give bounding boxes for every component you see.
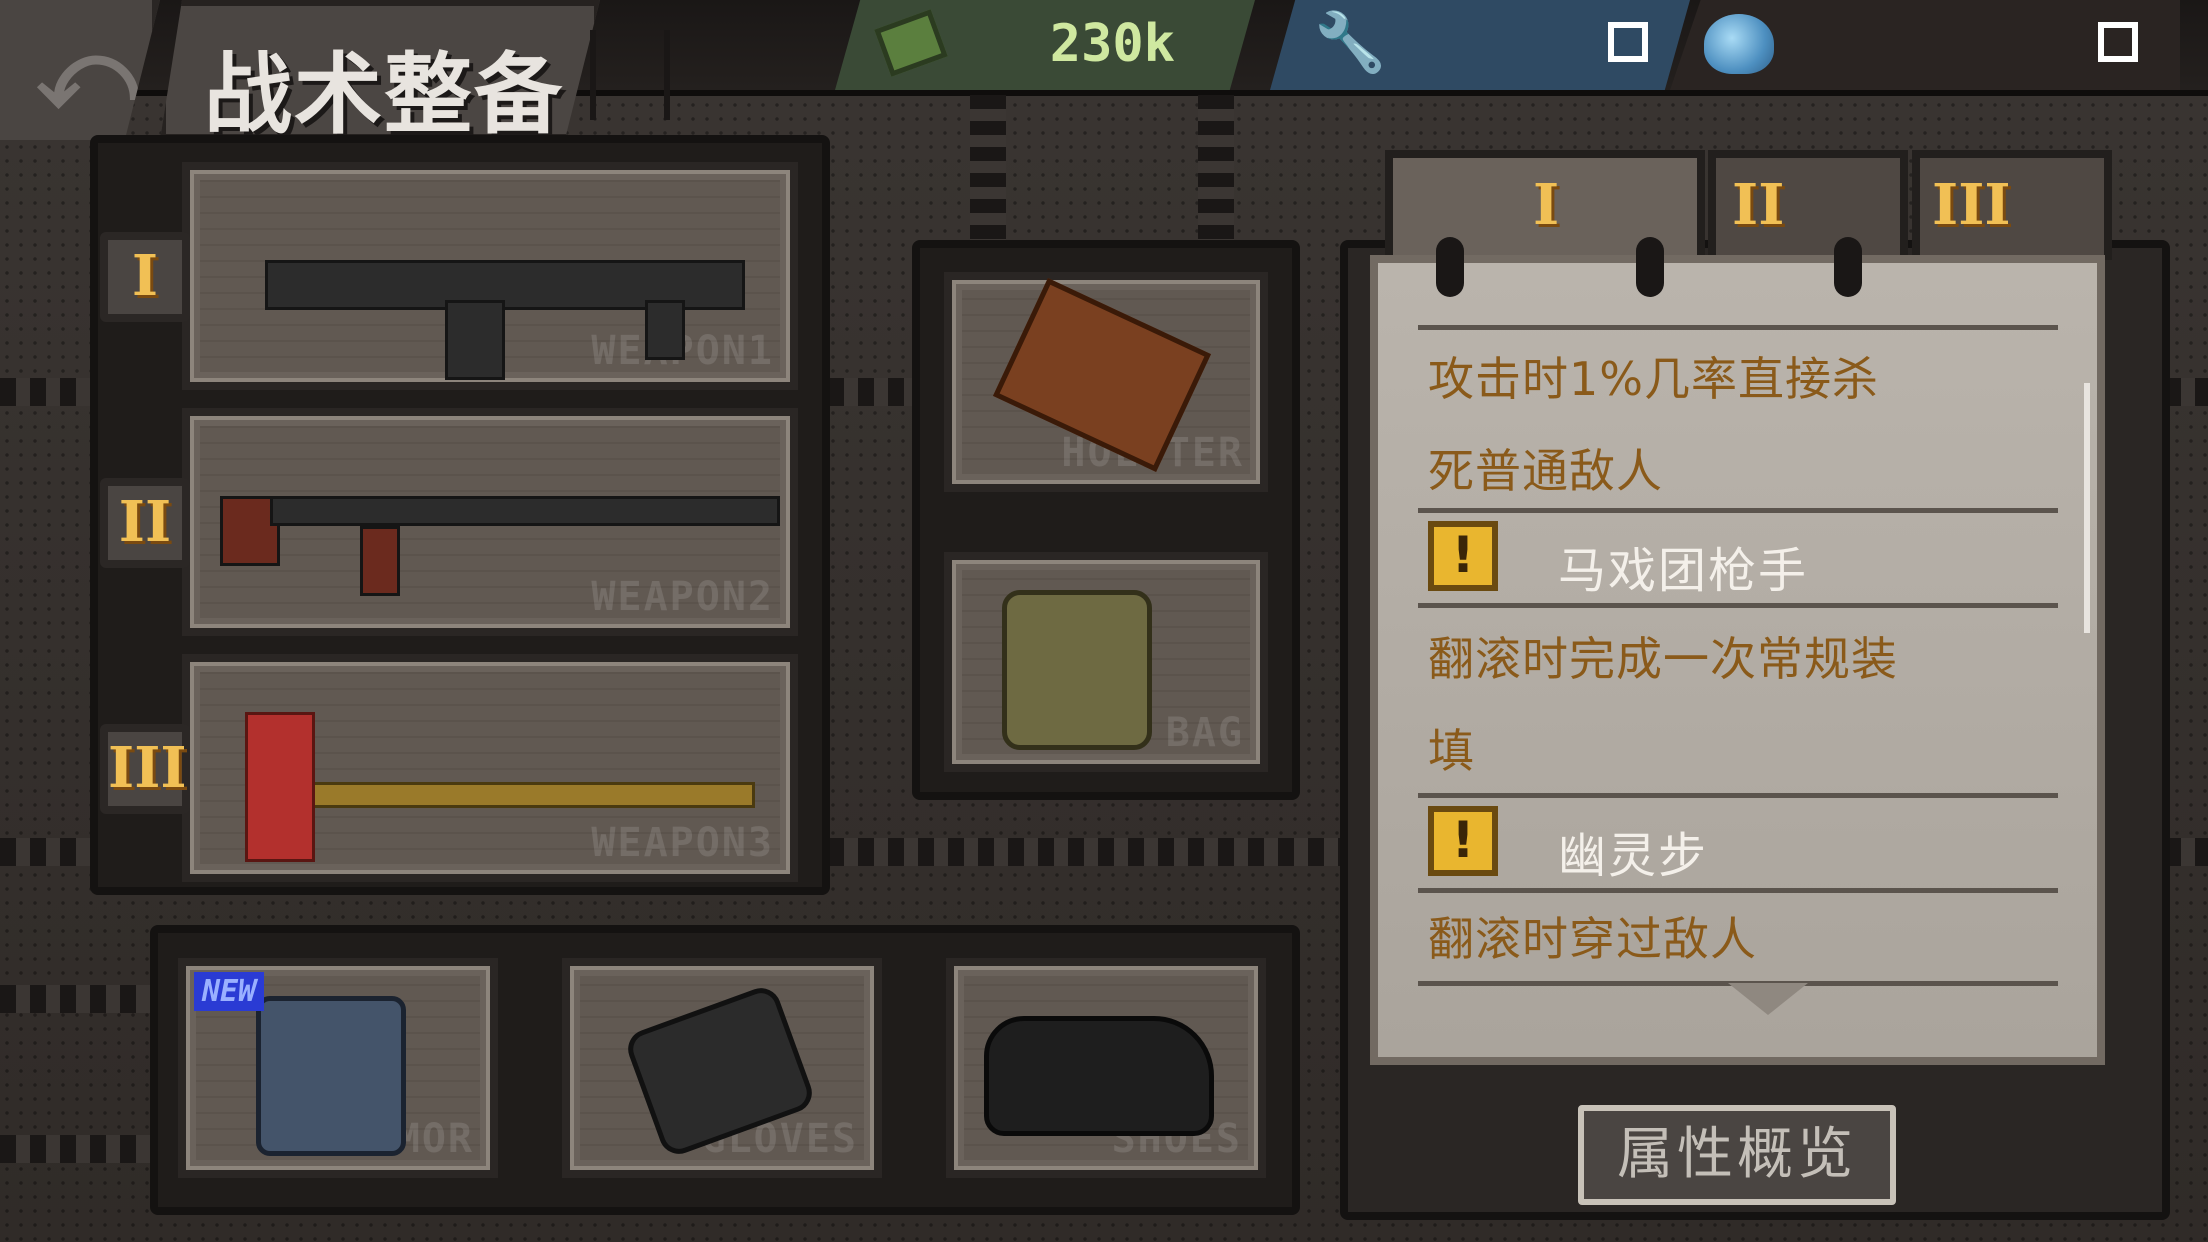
perk-description: 翻滚时穿过敌人 [1428, 912, 1757, 966]
page-title: 战术整备 [204, 43, 565, 146]
tab-weapon-2[interactable]: II [1708, 150, 1908, 260]
new-badge: NEW [194, 972, 265, 1011]
slot-watermark: BAG [1165, 710, 1244, 756]
tab-label: II [1732, 172, 1785, 238]
title-bracket [590, 30, 670, 120]
perk-name: 马戏团枪手 [1558, 543, 1809, 599]
bag-slot[interactable]: BAG [944, 552, 1268, 772]
money-counter: 230k [835, 0, 1255, 90]
chain [0, 1135, 155, 1163]
weapon-slot-1[interactable]: WEAPON1 [182, 162, 798, 390]
gems-value: 0 [2098, 22, 2138, 62]
holster-slot[interactable]: HOLSTER [944, 272, 1268, 492]
stats-overview-button[interactable]: 属性概览 [1578, 1105, 1896, 1205]
tier-badge-2: II [100, 478, 190, 568]
chain [828, 378, 918, 406]
perk-description: 翻滚时完成一次常规装 [1428, 632, 1898, 686]
money-value: 230k [1049, 14, 1175, 74]
tier-badge-1: I [100, 232, 190, 322]
chain [1198, 95, 1234, 245]
tab-weapon-3[interactable]: III [1912, 150, 2112, 260]
warning-icon: ! [1428, 806, 1498, 876]
perk-description: 攻击时1%几率直接杀 [1428, 352, 1879, 406]
backpack-icon [1002, 590, 1152, 750]
chain [2165, 378, 2208, 406]
divider [1418, 888, 2058, 893]
tier-badge-3: III [100, 724, 190, 814]
tab-label: I [1533, 172, 1560, 238]
machine-gun-icon [220, 456, 780, 616]
chain [2165, 838, 2208, 866]
perk-description: 死普通敌人 [1428, 444, 1663, 498]
vest-icon [256, 996, 406, 1156]
perk-name: 幽灵步 [1558, 828, 1709, 884]
gem-icon [1704, 14, 1774, 74]
back-arrow-icon: ⤺ [36, 18, 139, 130]
armor-slot[interactable]: ARMOR NEW [178, 958, 498, 1178]
warning-icon: ! [1428, 521, 1498, 591]
chain [970, 95, 1006, 245]
scroll-down-icon[interactable] [1728, 983, 1808, 1015]
shoes-slot[interactable]: SHOES [946, 958, 1266, 1178]
fire-axe-icon [245, 692, 765, 872]
binder-ring [1636, 237, 1664, 297]
binder-ring [1436, 237, 1464, 297]
chain [0, 838, 95, 866]
divider [1418, 508, 2058, 513]
perk-description: 填 [1428, 724, 1475, 778]
gloves-slot[interactable]: GLOVES [562, 958, 882, 1178]
page-title-plate: 战术整备 [160, 0, 600, 140]
chain [828, 838, 1348, 866]
tools-value: 0 [1608, 22, 1648, 62]
scrollbar[interactable] [2084, 383, 2090, 633]
tools-counter: 🔧 0 [1270, 0, 1690, 90]
divider [1418, 793, 2058, 798]
tab-label: III [1932, 172, 2011, 238]
chain [0, 378, 95, 406]
boots-icon [984, 1016, 1214, 1136]
cash-icon [874, 9, 948, 77]
weapon-slot-3[interactable]: WEAPON3 [182, 654, 798, 882]
weapon-slot-2[interactable]: WEAPON2 [182, 408, 798, 636]
divider [1418, 603, 2058, 608]
wrench-icon: 🔧 [1314, 8, 1387, 76]
binder-ring [1834, 237, 1862, 297]
chain [0, 985, 155, 1013]
perk-list: 攻击时1%几率直接杀 死普通敌人 ! 马戏团枪手 翻滚时完成一次常规装 填 ! … [1370, 237, 2105, 1065]
shotgun-icon [265, 230, 745, 380]
divider [1418, 325, 2058, 330]
gems-counter: 0 [1670, 0, 2180, 90]
